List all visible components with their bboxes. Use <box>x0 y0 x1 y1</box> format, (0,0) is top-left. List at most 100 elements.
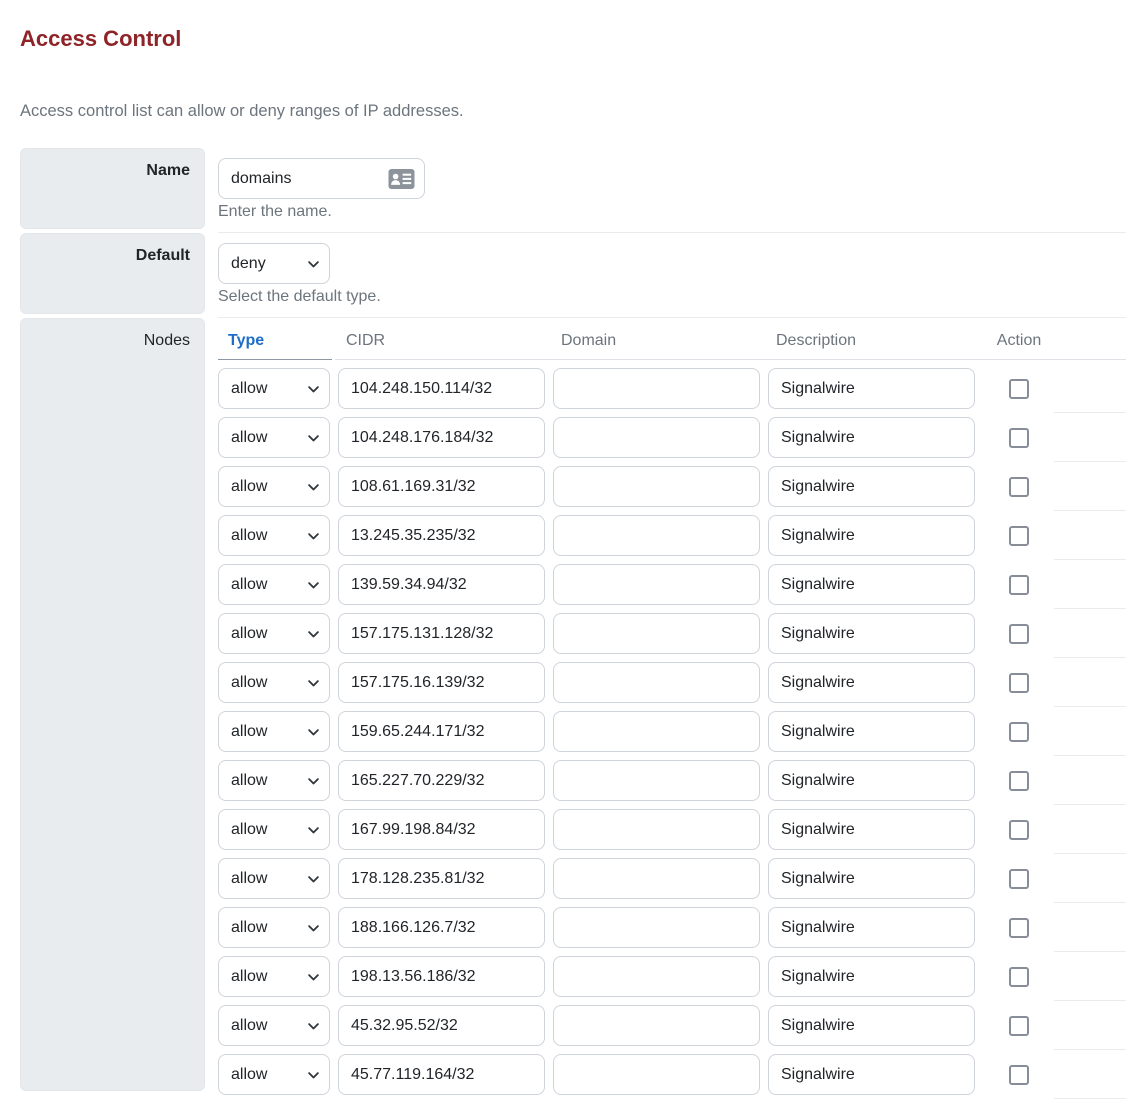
node-cidr-input[interactable] <box>338 956 545 997</box>
node-cidr-input[interactable] <box>338 907 545 948</box>
node-delete-checkbox[interactable] <box>1009 624 1029 644</box>
node-delete-checkbox[interactable] <box>1009 428 1029 448</box>
default-row-content: deny Select the default type. <box>218 233 1126 318</box>
node-domain-input[interactable] <box>553 1005 760 1046</box>
node-row: allow <box>218 858 1126 899</box>
node-action-cell <box>983 869 1055 889</box>
node-domain-input[interactable] <box>553 466 760 507</box>
node-description-input[interactable] <box>768 956 975 997</box>
node-cidr-input[interactable] <box>338 417 545 458</box>
node-description-input[interactable] <box>768 368 975 409</box>
node-action-cell <box>983 624 1055 644</box>
node-domain-input[interactable] <box>553 760 760 801</box>
node-description-input[interactable] <box>768 858 975 899</box>
node-cidr-input[interactable] <box>338 368 545 409</box>
node-description-input[interactable] <box>768 1005 975 1046</box>
node-domain-input[interactable] <box>553 1054 760 1095</box>
node-cidr-input[interactable] <box>338 760 545 801</box>
node-description-input[interactable] <box>768 564 975 605</box>
node-cidr-input[interactable] <box>338 711 545 752</box>
node-domain-input[interactable] <box>553 417 760 458</box>
node-description-input[interactable] <box>768 613 975 654</box>
node-domain-input[interactable] <box>553 907 760 948</box>
nodes-label: Nodes <box>144 332 190 349</box>
node-cidr-input[interactable] <box>338 515 545 556</box>
node-type-select-wrap: allow <box>218 613 330 654</box>
node-type-select[interactable]: allow <box>218 417 330 458</box>
node-description-input[interactable] <box>768 760 975 801</box>
node-description-input[interactable] <box>768 809 975 850</box>
node-description-input[interactable] <box>768 417 975 458</box>
node-cidr-input[interactable] <box>338 662 545 703</box>
node-description-input[interactable] <box>768 711 975 752</box>
node-row: allow <box>218 564 1126 605</box>
node-delete-checkbox[interactable] <box>1009 918 1029 938</box>
node-delete-checkbox[interactable] <box>1009 771 1029 791</box>
node-cidr-input[interactable] <box>338 809 545 850</box>
node-delete-checkbox[interactable] <box>1009 379 1029 399</box>
node-type-select[interactable]: allow <box>218 613 330 654</box>
node-row: allow <box>218 368 1126 409</box>
node-type-select[interactable]: allow <box>218 858 330 899</box>
node-action-cell <box>983 967 1055 987</box>
node-delete-checkbox[interactable] <box>1009 1065 1029 1085</box>
node-type-select[interactable]: allow <box>218 515 330 556</box>
default-select[interactable]: deny <box>218 243 330 284</box>
node-delete-checkbox[interactable] <box>1009 722 1029 742</box>
node-domain-input[interactable] <box>553 613 760 654</box>
node-domain-input[interactable] <box>553 515 760 556</box>
node-domain-input[interactable] <box>553 809 760 850</box>
name-row: Name Enter <box>20 148 1126 233</box>
node-type-select[interactable]: allow <box>218 662 330 703</box>
node-type-select-wrap: allow <box>218 711 330 752</box>
node-description-input[interactable] <box>768 1054 975 1095</box>
node-type-select[interactable]: allow <box>218 564 330 605</box>
node-type-select-wrap: allow <box>218 417 330 458</box>
nodes-header-type-sort-link[interactable]: Type <box>228 332 264 349</box>
node-row: allow <box>218 515 1126 556</box>
node-type-select[interactable]: allow <box>218 956 330 997</box>
node-row: allow <box>218 613 1126 654</box>
node-cidr-input[interactable] <box>338 858 545 899</box>
node-type-select[interactable]: allow <box>218 1005 330 1046</box>
node-delete-checkbox[interactable] <box>1009 575 1029 595</box>
node-delete-checkbox[interactable] <box>1009 967 1029 987</box>
page-description: Access control list can allow or deny ra… <box>20 102 1126 121</box>
node-domain-input[interactable] <box>553 956 760 997</box>
node-domain-input[interactable] <box>553 858 760 899</box>
node-delete-checkbox[interactable] <box>1009 1016 1029 1036</box>
node-cidr-input[interactable] <box>338 1054 545 1095</box>
node-action-cell <box>983 1016 1055 1036</box>
node-description-input[interactable] <box>768 907 975 948</box>
node-cidr-input[interactable] <box>338 1005 545 1046</box>
node-description-input[interactable] <box>768 662 975 703</box>
node-description-input[interactable] <box>768 515 975 556</box>
node-type-select[interactable]: allow <box>218 1054 330 1095</box>
node-delete-checkbox[interactable] <box>1009 477 1029 497</box>
node-delete-checkbox[interactable] <box>1009 673 1029 693</box>
node-description-input[interactable] <box>768 466 975 507</box>
node-cidr-input[interactable] <box>338 466 545 507</box>
node-domain-input[interactable] <box>553 564 760 605</box>
node-type-select[interactable]: allow <box>218 368 330 409</box>
node-type-select[interactable]: allow <box>218 466 330 507</box>
node-row: allow <box>218 662 1126 703</box>
nodes-row: Nodes Type CIDR Domain Description Actio… <box>20 318 1126 1095</box>
node-domain-input[interactable] <box>553 662 760 703</box>
node-domain-input[interactable] <box>553 711 760 752</box>
node-action-cell <box>983 575 1055 595</box>
node-type-select[interactable]: allow <box>218 809 330 850</box>
default-label: Default <box>136 247 190 264</box>
node-type-select-wrap: allow <box>218 809 330 850</box>
node-type-select[interactable]: allow <box>218 711 330 752</box>
node-type-select[interactable]: allow <box>218 760 330 801</box>
node-action-cell <box>983 820 1055 840</box>
node-delete-checkbox[interactable] <box>1009 869 1029 889</box>
node-cidr-input[interactable] <box>338 613 545 654</box>
nodes-header-type-cell: Type <box>218 332 330 350</box>
node-delete-checkbox[interactable] <box>1009 526 1029 546</box>
node-type-select[interactable]: allow <box>218 907 330 948</box>
node-domain-input[interactable] <box>553 368 760 409</box>
node-delete-checkbox[interactable] <box>1009 820 1029 840</box>
node-cidr-input[interactable] <box>338 564 545 605</box>
